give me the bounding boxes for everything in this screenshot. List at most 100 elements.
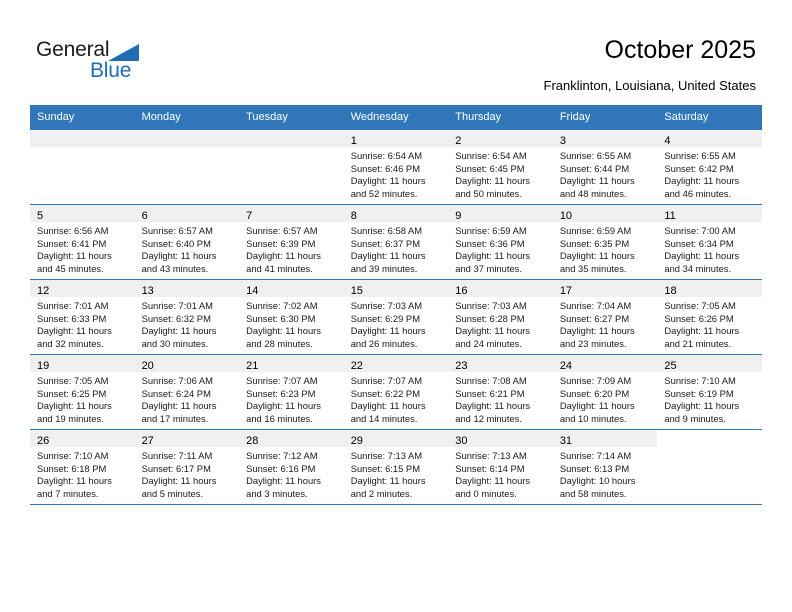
sunrise-text: Sunrise: 7:06 AM (141, 375, 213, 386)
day-detail-lines: Sunrise: 7:01 AM Sunset: 6:32 PM Daylight:… (135, 297, 240, 350)
day-number: 1 (350, 135, 357, 147)
sunset-text: Sunset: 6:40 PM (141, 237, 211, 249)
calendar-day-cell[interactable]: 9 Sunrise: 6:59 AM Sunset: 6:36 PM Daylight… (448, 204, 553, 280)
day-detail-lines: Sunrise: 6:56 AM Sunset: 6:41 PM Daylight:… (30, 222, 135, 275)
sunset-text: Sunset: 6:34 PM (664, 237, 734, 249)
daylight-text-line1: Daylight: 11 hours (664, 250, 740, 262)
calendar-day-cell[interactable]: 24 Sunrise: 7:09 AM Sunset: 6:20 PM Dayligh… (552, 354, 658, 430)
calendar-day-cell[interactable]: 30 Sunrise: 7:13 AM Sunset: 6:14 PM Dayligh… (448, 429, 553, 505)
daylight-text-line1: Daylight: 11 hours (559, 400, 635, 412)
sunrise-text: Sunrise: 7:09 AM (559, 375, 632, 386)
calendar-day-cell[interactable]: 28 Sunrise: 7:12 AM Sunset: 6:16 PM Dayligh… (239, 429, 344, 505)
calendar-day-cell[interactable]: 22 Sunrise: 7:07 AM Sunset: 6:22 PM Dayligh… (343, 354, 449, 430)
daylight-text-line2: and 28 minutes. (246, 337, 313, 349)
day-number-band: 8 (343, 205, 449, 222)
calendar-day-cell[interactable]: 18 Sunrise: 7:05 AM Sunset: 6:26 PM Dayligh… (657, 279, 762, 355)
daylight-text-line2: and 43 minutes. (141, 262, 209, 274)
daylight-text-line2: and 34 minutes. (664, 262, 732, 274)
calendar-day-cell[interactable]: 11 Sunrise: 7:00 AM Sunset: 6:34 PM Dayligh… (657, 204, 762, 280)
sunrise-text: Sunrise: 6:57 AM (141, 225, 213, 236)
sunset-text: Sunset: 6:30 PM (246, 312, 316, 324)
day-detail-lines: Sunrise: 7:10 AM Sunset: 6:19 PM Daylight:… (657, 372, 762, 425)
sunset-text: Sunset: 6:41 PM (37, 237, 107, 249)
calendar-day-cell[interactable]: 23 Sunrise: 7:08 AM Sunset: 6:21 PM Dayligh… (448, 354, 553, 430)
sunset-text: Sunset: 6:14 PM (455, 462, 525, 474)
sunrise-text: Sunrise: 6:54 AM (350, 150, 423, 161)
calendar-day-cell[interactable]: 14 Sunrise: 7:02 AM Sunset: 6:30 PM Dayligh… (239, 279, 344, 355)
calendar-day-cell[interactable]: 15 Sunrise: 7:03 AM Sunset: 6:29 PM Dayligh… (343, 279, 449, 355)
day-cell-inner: 24 Sunrise: 7:09 AM Sunset: 6:20 PM Dayligh… (552, 355, 658, 429)
calendar-day-cell[interactable]: 10 Sunrise: 6:59 AM Sunset: 6:35 PM Dayligh… (552, 204, 658, 280)
daylight-text-line1: Daylight: 11 hours (141, 250, 217, 262)
sunset-text: Sunset: 6:24 PM (141, 387, 211, 399)
calendar-day-cell[interactable]: 6 Sunrise: 6:57 AM Sunset: 6:40 PM Daylight… (134, 204, 240, 280)
calendar-day-cell[interactable]: 1 Sunrise: 6:54 AM Sunset: 6:46 PM Daylight… (343, 129, 449, 205)
daylight-text-line1: Daylight: 11 hours (664, 325, 740, 337)
calendar-day-cell[interactable]: 26 Sunrise: 7:10 AM Sunset: 6:18 PM Dayligh… (30, 429, 135, 505)
sunset-text: Sunset: 6:33 PM (37, 312, 107, 324)
calendar-day-cell[interactable]: 20 Sunrise: 7:06 AM Sunset: 6:24 PM Dayligh… (134, 354, 240, 430)
day-number: 16 (455, 285, 468, 297)
calendar-day-cell[interactable]: 27 Sunrise: 7:11 AM Sunset: 6:17 PM Dayligh… (134, 429, 240, 505)
calendar-day-cell[interactable]: 5 Sunrise: 6:56 AM Sunset: 6:41 PM Daylight… (30, 204, 135, 280)
daylight-text-line1: Daylight: 11 hours (141, 400, 217, 412)
day-detail-lines (657, 447, 762, 450)
day-detail-lines: Sunrise: 6:57 AM Sunset: 6:40 PM Daylight:… (135, 222, 240, 275)
calendar-day-cell[interactable]: 31 Sunrise: 7:14 AM Sunset: 6:13 PM Dayligh… (552, 429, 658, 505)
calendar-day-cell[interactable]: 7 Sunrise: 6:57 AM Sunset: 6:39 PM Daylight… (239, 204, 344, 280)
day-number-band: 25 (657, 355, 762, 372)
daylight-text-line2: and 19 minutes. (37, 412, 104, 424)
daylight-text-line2: and 16 minutes. (246, 412, 313, 424)
calendar-day-cell[interactable]: 8 Sunrise: 6:58 AM Sunset: 6:37 PM Daylight… (343, 204, 449, 280)
calendar-day-cell[interactable]: 3 Sunrise: 6:55 AM Sunset: 6:44 PM Daylight… (552, 129, 658, 205)
sunset-text: Sunset: 6:32 PM (141, 312, 211, 324)
general-blue-logo[interactable]: General Blue (36, 38, 146, 82)
calendar-page: General Blue October 2025 Franklinton, L… (0, 0, 792, 612)
day-number: 27 (141, 435, 154, 447)
sunrise-text: Sunrise: 7:01 AM (37, 300, 109, 311)
day-number: 14 (246, 285, 259, 297)
sunrise-text: Sunrise: 6:59 AM (455, 225, 527, 236)
calendar-day-cell[interactable]: 29 Sunrise: 7:13 AM Sunset: 6:15 PM Dayligh… (343, 429, 449, 505)
day-number: 3 (559, 135, 566, 147)
daylight-text-line1: Daylight: 11 hours (37, 400, 112, 412)
calendar-day-cell[interactable]: 16 Sunrise: 7:03 AM Sunset: 6:28 PM Dayligh… (448, 279, 553, 355)
day-detail-lines: Sunrise: 7:12 AM Sunset: 6:16 PM Daylight:… (239, 447, 344, 500)
day-number-band: 29 (343, 430, 449, 447)
day-number: 20 (141, 360, 154, 372)
daylight-text-line1: Daylight: 11 hours (350, 325, 426, 337)
calendar-day-cell[interactable]: 4 Sunrise: 6:55 AM Sunset: 6:42 PM Daylight… (657, 129, 762, 205)
sunrise-text: Sunrise: 6:55 AM (664, 150, 736, 161)
sunset-text: Sunset: 6:23 PM (246, 387, 316, 399)
daylight-text-line1: Daylight: 11 hours (246, 475, 321, 487)
calendar-day-cell[interactable]: 12 Sunrise: 7:01 AM Sunset: 6:33 PM Dayligh… (30, 279, 135, 355)
sunrise-text: Sunrise: 7:13 AM (455, 450, 527, 461)
calendar-day-cell[interactable]: 2 Sunrise: 6:54 AM Sunset: 6:45 PM Daylight… (448, 129, 553, 205)
calendar-day-cell[interactable]: 19 Sunrise: 7:05 AM Sunset: 6:25 PM Dayligh… (30, 354, 135, 430)
sunset-text: Sunset: 6:29 PM (350, 312, 420, 324)
day-number-band: 23 (448, 355, 553, 372)
calendar-day-cell[interactable]: 25 Sunrise: 7:10 AM Sunset: 6:19 PM Dayligh… (657, 354, 762, 430)
calendar-day-cell[interactable]: 17 Sunrise: 7:04 AM Sunset: 6:27 PM Dayligh… (552, 279, 658, 355)
day-number: 22 (350, 360, 363, 372)
daylight-text-line2: and 58 minutes. (559, 487, 627, 499)
day-cell-inner (30, 130, 135, 204)
sunset-text: Sunset: 6:37 PM (350, 237, 420, 249)
daylight-text-line2: and 41 minutes. (246, 262, 313, 274)
day-cell-inner: 8 Sunrise: 6:58 AM Sunset: 6:37 PM Daylight… (343, 205, 449, 279)
day-cell-inner: 4 Sunrise: 6:55 AM Sunset: 6:42 PM Daylight… (657, 130, 762, 204)
day-cell-inner: 14 Sunrise: 7:02 AM Sunset: 6:30 PM Dayligh… (239, 280, 344, 354)
day-cell-inner: 7 Sunrise: 6:57 AM Sunset: 6:39 PM Daylight… (239, 205, 344, 279)
day-detail-lines (239, 147, 344, 150)
sunset-text: Sunset: 6:39 PM (246, 237, 316, 249)
day-cell-inner: 29 Sunrise: 7:13 AM Sunset: 6:15 PM Dayligh… (343, 430, 449, 504)
daylight-text-line2: and 17 minutes. (141, 412, 209, 424)
calendar-day-cell[interactable]: 13 Sunrise: 7:01 AM Sunset: 6:32 PM Dayligh… (134, 279, 240, 355)
daylight-text-line2: and 0 minutes. (455, 487, 517, 499)
day-number-band: 30 (448, 430, 553, 447)
sunrise-text: Sunrise: 7:14 AM (559, 450, 632, 461)
calendar-day-cell[interactable]: 21 Sunrise: 7:07 AM Sunset: 6:23 PM Dayligh… (239, 354, 344, 430)
calendar-empty-cell (30, 129, 135, 205)
daylight-text-line1: Daylight: 11 hours (37, 475, 112, 487)
daylight-text-line2: and 48 minutes. (559, 187, 627, 199)
